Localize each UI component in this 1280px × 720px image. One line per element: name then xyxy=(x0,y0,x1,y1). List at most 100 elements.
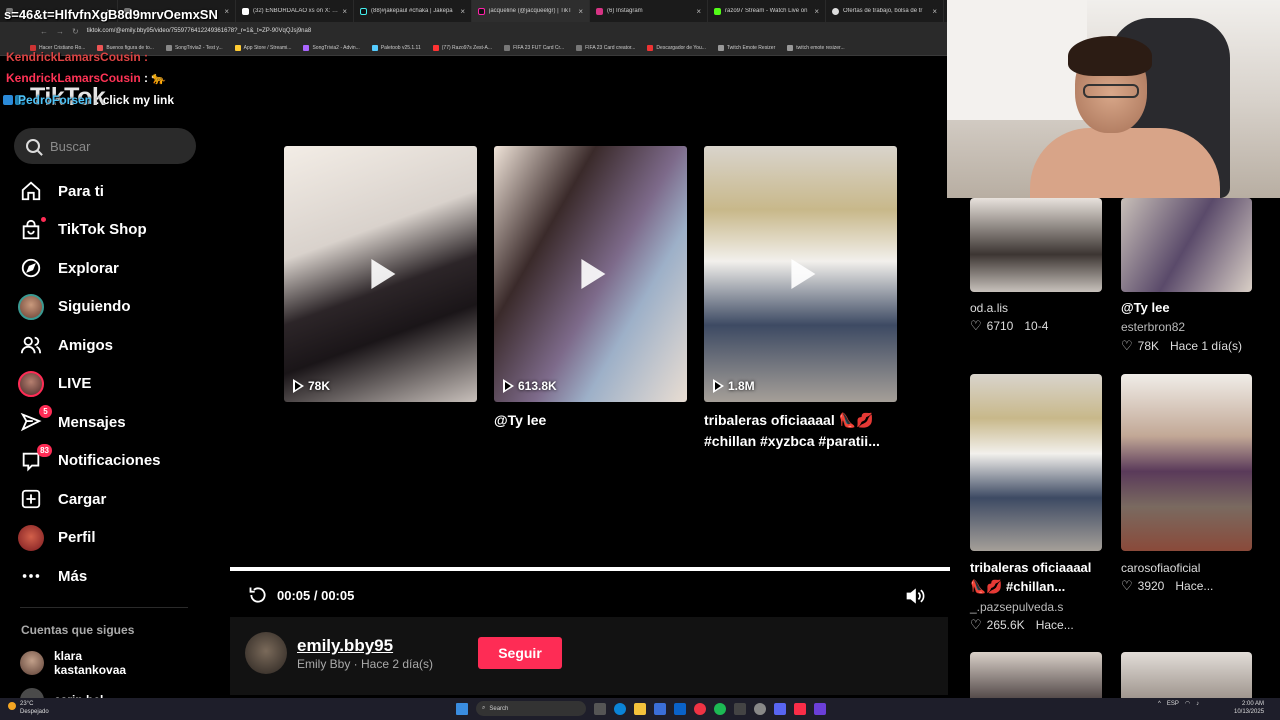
related-username[interactable]: _.pazsepulveda.s xyxy=(970,600,1063,614)
store-icon[interactable] xyxy=(654,702,666,715)
bookmark[interactable]: App Store / Streami... xyxy=(234,44,291,51)
related-username[interactable]: esterbron82 xyxy=(1121,320,1185,334)
bookmark[interactable]: SongTrivia2 - Test y... xyxy=(165,44,223,51)
overlay-chat-line: PedroForsen : click my link xyxy=(18,93,175,107)
close-tab-icon[interactable]: × xyxy=(224,7,229,16)
related-title[interactable]: @Ty lee xyxy=(1121,298,1170,317)
bookmark[interactable]: FIFA 23 Card creator... xyxy=(576,44,635,51)
video-description[interactable]: @Ty lee xyxy=(494,410,684,431)
play-icon[interactable] xyxy=(580,259,605,289)
discord-icon[interactable] xyxy=(774,702,786,715)
edge-icon[interactable] xyxy=(614,702,626,715)
author-username[interactable]: emily.bby95 xyxy=(297,636,393,656)
sidebar-item-notificaciones[interactable]: 83 Notificaciones xyxy=(16,442,206,481)
view-count: 613.8K xyxy=(503,379,557,393)
bookmark[interactable]: twitch emote resizer... xyxy=(787,44,845,51)
author-avatar[interactable] xyxy=(245,632,287,674)
search-bar[interactable] xyxy=(14,128,196,164)
browser-tab[interactable]: (88)#jakepaul #chaka | Jakepa × xyxy=(354,0,472,22)
close-tab-icon[interactable]: × xyxy=(696,7,701,16)
weather-widget[interactable]: 23°C Despejado xyxy=(8,700,49,716)
live-avatar-icon xyxy=(18,370,44,397)
video-card[interactable]: 613.8K xyxy=(494,146,687,402)
wifi-icon[interactable]: ◠ xyxy=(1185,700,1190,707)
system-clock[interactable]: 2:00 AM 10/13/2025 xyxy=(1234,700,1264,716)
related-username[interactable]: carosofiaoficial xyxy=(1121,561,1200,575)
video-progress-bar[interactable] xyxy=(230,567,950,571)
video-description[interactable]: tribaleras oficiaaaal 👠💋 #chillan #xyzbc… xyxy=(704,410,894,452)
address-bar[interactable]: ← → ↻ tiktok.com/@emily.bby95/video/7559… xyxy=(0,22,948,40)
related-video-thumbnail[interactable] xyxy=(1121,198,1252,292)
related-video-thumbnail[interactable] xyxy=(1121,652,1252,702)
replay-icon[interactable] xyxy=(248,585,268,605)
app-icon[interactable] xyxy=(734,702,746,715)
bookmark[interactable]: Twitch Emote Resizer xyxy=(717,44,775,51)
sidebar-item-tiktok-shop[interactable]: TikTok Shop xyxy=(16,211,206,250)
sidebar-item-perfil[interactable]: Perfil xyxy=(16,519,206,558)
browser-tab[interactable]: (6) Instagram × xyxy=(590,0,708,22)
task-view-icon[interactable] xyxy=(594,702,606,715)
video-card[interactable]: 78K xyxy=(284,146,477,402)
close-tab-icon[interactable]: × xyxy=(460,7,465,16)
close-tab-icon[interactable]: × xyxy=(814,7,819,16)
bookmark[interactable]: FIFA 23 FUT Card Cr... xyxy=(504,44,564,51)
browser-tab[interactable]: razo97 Stream - Watch Live on × xyxy=(708,0,826,22)
chrome-icon[interactable] xyxy=(694,702,706,715)
related-video-thumbnail[interactable] xyxy=(970,374,1102,551)
related-title[interactable]: tribaleras oficiaaaal 👠💋 #chillan... xyxy=(970,558,1105,596)
sidebar-item-mensajes[interactable]: 5 Mensajes xyxy=(16,403,206,442)
mail-icon[interactable] xyxy=(674,702,686,715)
close-tab-icon[interactable]: × xyxy=(932,7,937,16)
related-video-thumbnail[interactable] xyxy=(970,198,1102,292)
webcam-wall xyxy=(947,0,1087,120)
browser-tab[interactable]: (32) ENBORDALAO xs on X: "G × xyxy=(236,0,354,22)
volume-tray-icon[interactable]: ♪ xyxy=(1196,701,1199,707)
taskbar-search[interactable]: ⌕ Search xyxy=(476,701,586,716)
language-indicator[interactable]: ESP xyxy=(1167,701,1179,707)
play-icon[interactable] xyxy=(370,259,395,289)
sidebar-item-siguiendo[interactable]: Siguiendo xyxy=(16,288,206,327)
bookmark[interactable]: Descargador de You... xyxy=(647,44,706,51)
obs-icon[interactable] xyxy=(754,702,766,715)
following-account[interactable]: klara kastankovaa xyxy=(20,649,144,677)
taskbar-apps: ⌕ Search xyxy=(456,701,826,716)
spotify-icon[interactable] xyxy=(714,702,726,715)
windows-start-icon[interactable] xyxy=(456,702,468,715)
avatar xyxy=(20,651,44,675)
app-icon[interactable] xyxy=(814,702,826,715)
close-tab-icon[interactable]: × xyxy=(342,7,347,16)
sidebar-item-explorar[interactable]: Explorar xyxy=(16,249,206,288)
browser-tab-active[interactable]: jacqueline (@jacqueelgr) | TikT × xyxy=(472,0,590,22)
url-text[interactable]: tiktok.com/@emily.bby95/video/7559776412… xyxy=(87,28,311,34)
browser-tab[interactable]: Ofertas de trabajo, bolsa de tr × xyxy=(826,0,944,22)
bookmark[interactable]: SongTrivia2 - Advin... xyxy=(303,44,360,51)
related-video-thumbnail[interactable] xyxy=(1121,374,1252,551)
related-stats: ♡ 3920 Hace... xyxy=(1121,578,1214,593)
sidebar-item-mas[interactable]: Más xyxy=(16,557,206,596)
sidebar-item-label: Mensajes xyxy=(58,413,126,431)
play-icon[interactable] xyxy=(790,259,815,289)
search-icon: ⌕ xyxy=(482,705,486,711)
sidebar-item-amigos[interactable]: Amigos xyxy=(16,326,206,365)
related-stats: ♡ 6710 10-4 xyxy=(970,318,1049,333)
sidebar-item-live[interactable]: LIVE xyxy=(16,365,206,404)
sidebar-item-para-ti[interactable]: Para ti xyxy=(16,172,206,211)
close-tab-icon[interactable]: × xyxy=(578,7,583,16)
reload-icon[interactable]: ↻ xyxy=(72,27,79,36)
file-explorer-icon[interactable] xyxy=(634,702,646,715)
chat-message: 🐆 xyxy=(151,71,167,85)
chevron-up-icon[interactable]: ^ xyxy=(1158,701,1161,707)
video-card[interactable]: 1.8M xyxy=(704,146,897,402)
search-input[interactable] xyxy=(50,138,180,154)
back-icon[interactable]: ← xyxy=(40,27,48,36)
shop-icon xyxy=(18,216,46,243)
bookmark[interactable]: Paletoob v25.1.11 xyxy=(371,44,421,51)
sidebar-item-cargar[interactable]: Cargar xyxy=(16,480,206,519)
follow-button[interactable]: Seguir xyxy=(478,637,562,669)
music-icon[interactable] xyxy=(794,702,806,715)
related-video-thumbnail[interactable] xyxy=(970,652,1102,702)
volume-icon[interactable] xyxy=(904,586,926,606)
related-username[interactable]: od.a.lis xyxy=(970,301,1008,315)
forward-icon[interactable]: → xyxy=(56,27,64,36)
bookmark[interactable]: (77) Razo97s Zest-A... xyxy=(432,44,492,51)
